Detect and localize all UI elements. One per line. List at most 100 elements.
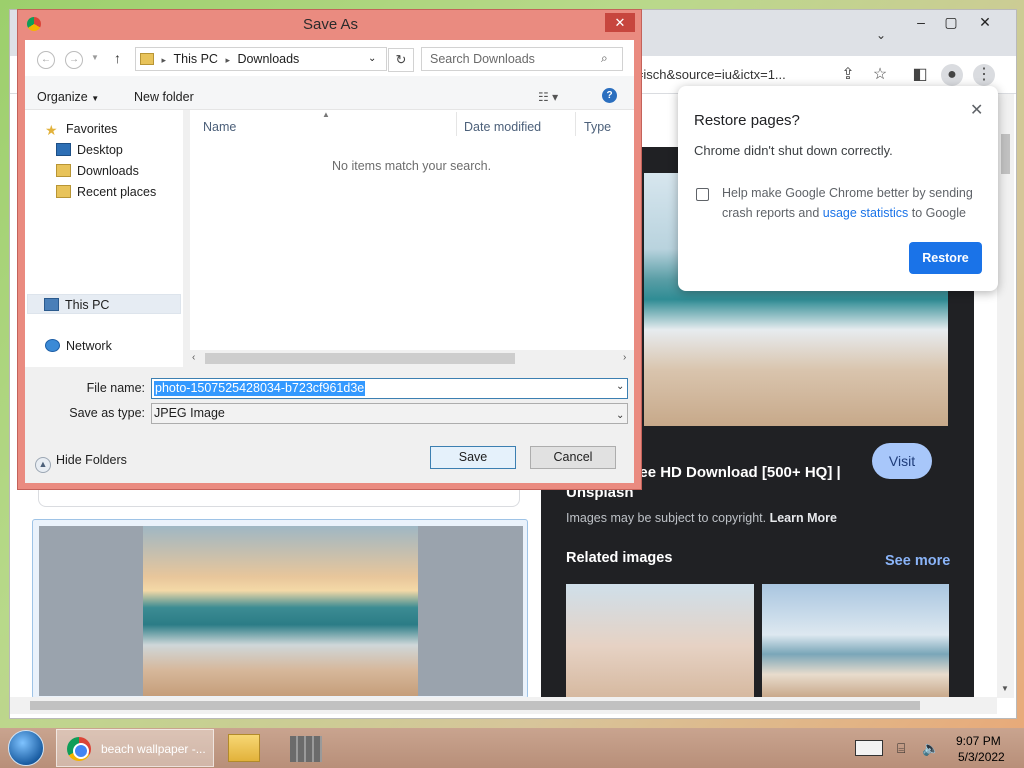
nav-this-pc[interactable]: This PC xyxy=(27,294,181,314)
horizontal-scrollbar[interactable] xyxy=(10,697,997,714)
copyright-notice: Images may be subject to copyright. Lear… xyxy=(566,511,837,525)
scroll-thumb[interactable] xyxy=(205,353,515,364)
nav-downloads[interactable]: Downloads xyxy=(56,161,139,181)
taskbar: beach wallpaper -... ⌸ 🔈 9:07 PM 5/3/202… xyxy=(0,728,1024,768)
profile-icon[interactable]: ● xyxy=(941,64,963,86)
selected-image-card[interactable] xyxy=(32,519,528,699)
folder-icon xyxy=(140,53,154,65)
nav-recent-places-label: Recent places xyxy=(77,185,157,199)
close-icon[interactable]: ✕ xyxy=(970,12,1000,32)
restore-title: Restore pages? xyxy=(694,112,800,129)
navigation-row: ← → ▼ ↑ ▸ This PC ▸ Downloads ⌄ ↻ Search… xyxy=(25,40,634,76)
scroll-right-icon[interactable]: › xyxy=(623,352,626,363)
file-explorer-icon[interactable] xyxy=(228,734,260,762)
address-bar[interactable]: m=isch&source=iu&ictx=1... xyxy=(625,62,845,88)
dialog-body: ← → ▼ ↑ ▸ This PC ▸ Downloads ⌄ ↻ Search… xyxy=(25,40,634,483)
share-icon[interactable]: ⇪ xyxy=(837,64,859,86)
visit-button[interactable]: Visit xyxy=(872,443,932,479)
learn-more-link[interactable]: Learn More xyxy=(770,511,837,525)
tab-search-icon[interactable]: ⌄ xyxy=(876,28,886,42)
see-more-link[interactable]: See more xyxy=(885,553,950,569)
taskbar-chrome-label: beach wallpaper -... xyxy=(101,742,206,756)
minimize-icon[interactable]: – xyxy=(906,12,936,32)
maximize-icon[interactable]: ▢ xyxy=(936,12,966,32)
file-name-value[interactable]: photo-1507525428034-b723cf961d3e xyxy=(154,381,366,396)
column-header-date-modified[interactable]: Date modified xyxy=(464,120,541,134)
recent-places-icon xyxy=(56,185,71,198)
keyboard-icon[interactable] xyxy=(855,740,883,756)
column-header-type[interactable]: Type xyxy=(584,120,611,134)
related-image-1[interactable] xyxy=(566,584,754,697)
hide-folders-toggle[interactable]: ▲ Hide Folders xyxy=(35,453,127,473)
forward-icon[interactable]: → xyxy=(65,51,83,69)
app-icon[interactable] xyxy=(290,736,322,762)
file-name-label: File name: xyxy=(86,381,145,395)
back-icon[interactable]: ← xyxy=(37,51,55,69)
chrome-icon xyxy=(67,737,91,761)
close-icon[interactable]: ✕ xyxy=(970,100,983,120)
crash-report-label[interactable]: Help make Google Chrome better by sendin… xyxy=(722,183,984,223)
up-icon[interactable]: ↑ xyxy=(114,50,121,66)
nav-recent-places[interactable]: Recent places xyxy=(56,182,156,202)
nav-favorites-label: Favorites xyxy=(66,122,118,136)
chevron-down-icon[interactable]: ⌄ xyxy=(616,406,624,425)
breadcrumb-this-pc[interactable]: This PC xyxy=(174,52,218,66)
nav-network[interactable]: Network xyxy=(45,336,112,356)
network-status-icon[interactable]: ⌸ xyxy=(897,740,905,757)
save-button[interactable]: Save xyxy=(430,446,516,469)
desktop-icon xyxy=(56,143,71,156)
menu-icon[interactable]: ⋮ xyxy=(973,64,995,86)
usage-statistics-link[interactable]: usage statistics xyxy=(823,206,908,220)
navigation-pane: ★ Favorites Desktop Downloads Recent plac… xyxy=(25,110,183,367)
scroll-thumb[interactable] xyxy=(1001,134,1010,174)
breadcrumb-downloads[interactable]: Downloads xyxy=(237,52,299,66)
network-icon xyxy=(45,339,60,352)
scroll-left-icon[interactable]: ‹ xyxy=(192,352,195,363)
address-breadcrumb[interactable]: ▸ This PC ▸ Downloads ⌄ xyxy=(135,47,387,71)
clock-date[interactable]: 5/3/2022 xyxy=(958,750,1005,764)
related-image-2[interactable] xyxy=(762,584,949,697)
column-divider[interactable] xyxy=(575,112,576,136)
breadcrumb-separator: ▸ xyxy=(225,55,230,65)
scroll-thumb-h[interactable] xyxy=(30,701,920,710)
nav-desktop-label: Desktop xyxy=(77,143,123,157)
column-divider[interactable] xyxy=(456,112,457,136)
start-button[interactable] xyxy=(8,730,44,766)
view-options-icon[interactable]: ☷ ▾ xyxy=(538,90,558,104)
nav-desktop[interactable]: Desktop xyxy=(56,140,123,160)
cancel-button[interactable]: Cancel xyxy=(530,446,616,469)
nav-favorites[interactable]: ★ Favorites xyxy=(45,119,117,139)
scroll-down-icon[interactable]: ▼ xyxy=(1001,684,1009,693)
refresh-icon[interactable]: ↻ xyxy=(388,48,414,72)
star-icon: ★ xyxy=(45,122,58,138)
save-as-type-select[interactable]: JPEG Image ⌄ xyxy=(151,403,628,424)
file-list-scrollbar[interactable]: ‹ › xyxy=(190,350,634,367)
downloads-folder-icon xyxy=(56,164,71,177)
beach-thumbnail-image[interactable] xyxy=(143,526,418,696)
thumbnail-frame xyxy=(39,526,523,696)
bookmark-star-icon[interactable]: ☆ xyxy=(869,64,891,86)
column-header-name[interactable]: Name xyxy=(203,120,236,134)
side-panel-icon[interactable]: ◧ xyxy=(909,64,931,86)
close-icon[interactable]: ✕ xyxy=(605,13,635,32)
volume-muted-icon[interactable]: 🔈 xyxy=(922,740,939,757)
organize-menu[interactable]: Organize ▼ xyxy=(37,90,99,104)
file-name-input[interactable]: photo-1507525428034-b723cf961d3e ⌄ xyxy=(151,378,628,399)
restore-button[interactable]: Restore xyxy=(909,242,982,274)
restore-pages-popup: Restore pages? ✕ Chrome didn't shut down… xyxy=(678,86,998,291)
new-folder-button[interactable]: New folder xyxy=(134,90,194,104)
save-options-area: File name: photo-1507525428034-b723cf961… xyxy=(25,367,634,483)
crash-report-checkbox[interactable] xyxy=(696,188,709,201)
search-icon: ⌕ xyxy=(601,51,608,65)
save-as-type-label: Save as type: xyxy=(69,406,145,420)
save-as-type-value: JPEG Image xyxy=(154,406,225,420)
search-input[interactable]: Search Downloads xyxy=(421,47,623,71)
computer-icon xyxy=(44,298,59,311)
clock-time[interactable]: 9:07 PM xyxy=(956,734,1001,748)
taskbar-chrome-button[interactable]: beach wallpaper -... xyxy=(56,729,214,767)
chevron-down-icon[interactable]: ⌄ xyxy=(368,48,376,70)
chevron-down-icon[interactable]: ⌄ xyxy=(616,381,624,392)
recent-locations-icon[interactable]: ▼ xyxy=(91,53,99,62)
help-icon[interactable]: ? xyxy=(602,88,617,103)
vertical-scrollbar[interactable]: ▼ xyxy=(997,94,1014,698)
